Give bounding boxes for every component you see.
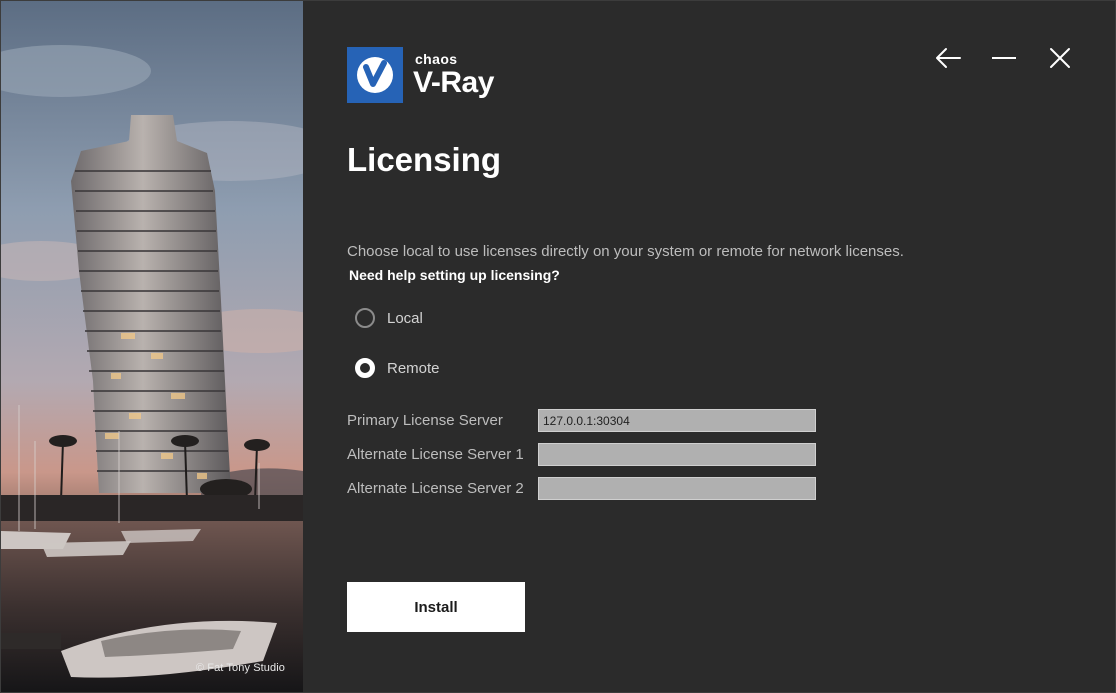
- photo-credit: © Fat Tony Studio: [195, 662, 285, 674]
- alternate-server-2-label: Alternate License Server 2: [347, 480, 524, 497]
- close-button[interactable]: [1045, 43, 1075, 73]
- minimize-icon: [992, 57, 1016, 59]
- building-illustration: [1, 1, 303, 692]
- page-title: Licensing: [347, 141, 502, 178]
- radio-local-label: Local: [387, 309, 423, 327]
- brand-product: V-Ray: [413, 66, 494, 99]
- window-controls: [933, 43, 1075, 73]
- alternate-server-2-input[interactable]: [538, 477, 816, 500]
- arrow-left-icon: [936, 48, 961, 68]
- minimize-button[interactable]: [989, 43, 1019, 73]
- alternate-server-1-label: Alternate License Server 1: [347, 446, 524, 463]
- alternate-server-2-row: Alternate License Server 2: [347, 477, 816, 500]
- radio-local[interactable]: Local: [355, 308, 423, 328]
- primary-server-row: Primary License Server: [347, 409, 816, 432]
- installer-window: © Fat Tony Studio chaos V-Ray Licensing …: [0, 0, 1116, 693]
- radio-remote-label: Remote: [387, 359, 440, 377]
- side-image: © Fat Tony Studio: [1, 1, 303, 692]
- radio-remote-circle[interactable]: [355, 358, 375, 378]
- vray-logo-icon: [347, 47, 403, 103]
- install-button[interactable]: Install: [347, 582, 525, 632]
- close-icon: [1050, 48, 1070, 68]
- brand-logo: chaos V-Ray: [347, 47, 494, 103]
- primary-server-label: Primary License Server: [347, 412, 503, 429]
- alternate-server-1-row: Alternate License Server 1: [347, 443, 816, 466]
- brand-company: chaos: [415, 51, 458, 67]
- radio-local-circle[interactable]: [355, 308, 375, 328]
- licensing-description: Choose local to use licenses directly on…: [347, 243, 904, 260]
- back-button[interactable]: [933, 43, 963, 73]
- alternate-server-1-input[interactable]: [538, 443, 816, 466]
- brand-text: chaos V-Ray: [413, 52, 494, 98]
- primary-server-input[interactable]: [538, 409, 816, 432]
- licensing-help-link[interactable]: Need help setting up licensing?: [349, 267, 560, 283]
- radio-remote[interactable]: Remote: [355, 358, 440, 378]
